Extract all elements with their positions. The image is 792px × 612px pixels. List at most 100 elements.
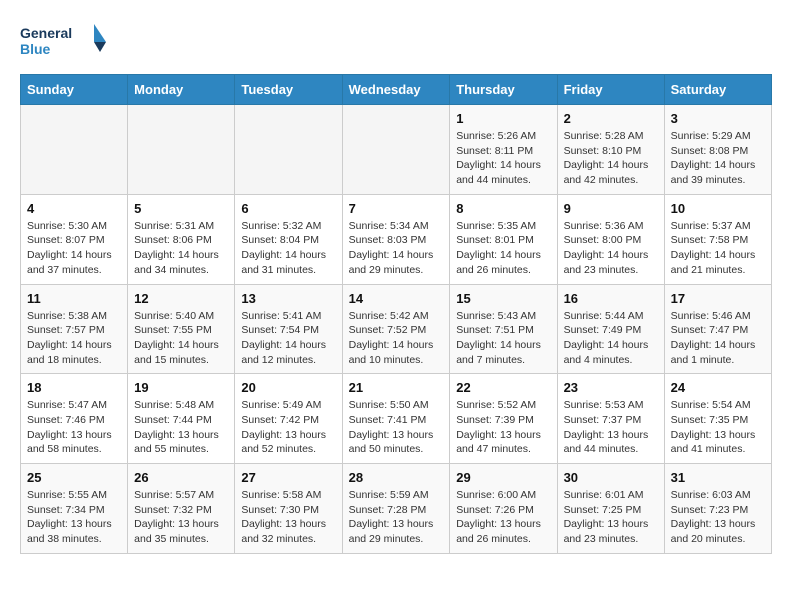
day-info: Sunrise: 6:01 AM Sunset: 7:25 PM Dayligh… — [564, 488, 658, 547]
day-number: 26 — [134, 470, 228, 485]
day-number: 11 — [27, 291, 121, 306]
day-number: 14 — [349, 291, 444, 306]
calendar-day-cell: 18Sunrise: 5:47 AM Sunset: 7:46 PM Dayli… — [21, 374, 128, 464]
day-of-week-header: Sunday — [21, 75, 128, 105]
calendar-day-cell: 20Sunrise: 5:49 AM Sunset: 7:42 PM Dayli… — [235, 374, 342, 464]
calendar-day-cell: 2Sunrise: 5:28 AM Sunset: 8:10 PM Daylig… — [557, 105, 664, 195]
day-info: Sunrise: 5:35 AM Sunset: 8:01 PM Dayligh… — [456, 219, 550, 278]
calendar-day-cell: 26 Sunrise: 5:57 AM Sunset: 7:32 PM Dayli… — [128, 464, 235, 554]
day-info: Sunrise: 5:34 AM Sunset: 8:03 PM Dayligh… — [349, 219, 444, 278]
day-number: 8 — [456, 201, 550, 216]
calendar-table: SundayMondayTuesdayWednesdayThursdayFrid… — [20, 74, 772, 554]
calendar-day-cell: 8 Sunrise: 5:35 AM Sunset: 8:01 PM Daylig… — [450, 194, 557, 284]
day-number: 31 — [671, 470, 765, 485]
day-number: 21 — [349, 380, 444, 395]
day-info: Sunrise: 5:54 AM Sunset: 7:35 PM Dayligh… — [671, 398, 765, 457]
calendar-day-cell: 23 Sunrise: 5:53 AM Sunset: 7:37 PM Dayli… — [557, 374, 664, 464]
day-number: 17 — [671, 291, 765, 306]
calendar-day-cell: 19Sunrise: 5:48 AM Sunset: 7:44 PM Dayli… — [128, 374, 235, 464]
calendar-day-cell — [342, 105, 450, 195]
calendar-header-row: SundayMondayTuesdayWednesdayThursdayFrid… — [21, 75, 772, 105]
day-number: 3 — [671, 111, 765, 126]
calendar-day-cell — [21, 105, 128, 195]
day-of-week-header: Wednesday — [342, 75, 450, 105]
day-info: Sunrise: 5:57 AM Sunset: 7:32 PM Dayligh… — [134, 488, 228, 547]
calendar-day-cell: 28 Sunrise: 5:59 AM Sunset: 7:28 PM Dayli… — [342, 464, 450, 554]
calendar-day-cell: 9 Sunrise: 5:36 AM Sunset: 8:00 PM Daylig… — [557, 194, 664, 284]
day-info: Sunrise: 5:38 AM Sunset: 7:57 PM Dayligh… — [27, 309, 121, 368]
calendar-day-cell — [128, 105, 235, 195]
day-info: Sunrise: 6:00 AM Sunset: 7:26 PM Dayligh… — [456, 488, 550, 547]
day-info: Sunrise: 5:32 AM Sunset: 8:04 PM Dayligh… — [241, 219, 335, 278]
day-number: 19 — [134, 380, 228, 395]
calendar-week-row: 1Sunrise: 5:26 AM Sunset: 8:11 PM Daylig… — [21, 105, 772, 195]
day-number: 15 — [456, 291, 550, 306]
day-of-week-header: Saturday — [664, 75, 771, 105]
day-info: Sunrise: 5:31 AM Sunset: 8:06 PM Dayligh… — [134, 219, 228, 278]
calendar-day-cell: 27Sunrise: 5:58 AM Sunset: 7:30 PM Dayli… — [235, 464, 342, 554]
calendar-day-cell — [235, 105, 342, 195]
calendar-day-cell: 3 Sunrise: 5:29 AM Sunset: 8:08 PM Daylig… — [664, 105, 771, 195]
day-info: Sunrise: 5:52 AM Sunset: 7:39 PM Dayligh… — [456, 398, 550, 457]
day-info: Sunrise: 5:55 AM Sunset: 7:34 PM Dayligh… — [27, 488, 121, 547]
day-of-week-header: Monday — [128, 75, 235, 105]
day-of-week-header: Tuesday — [235, 75, 342, 105]
day-number: 30 — [564, 470, 658, 485]
calendar-day-cell: 24 Sunrise: 5:54 AM Sunset: 7:35 PM Dayli… — [664, 374, 771, 464]
calendar-day-cell: 4 Sunrise: 5:30 AM Sunset: 8:07 PM Daylig… — [21, 194, 128, 284]
day-info: Sunrise: 5:43 AM Sunset: 7:51 PM Dayligh… — [456, 309, 550, 368]
calendar-day-cell: 17Sunrise: 5:46 AM Sunset: 7:47 PM Dayli… — [664, 284, 771, 374]
day-number: 6 — [241, 201, 335, 216]
calendar-day-cell: 12 Sunrise: 5:40 AM Sunset: 7:55 PM Dayli… — [128, 284, 235, 374]
generalblue-logo-icon: General Blue — [20, 20, 110, 64]
calendar-day-cell: 25 Sunrise: 5:55 AM Sunset: 7:34 PM Dayli… — [21, 464, 128, 554]
day-number: 2 — [564, 111, 658, 126]
calendar-day-cell: 1Sunrise: 5:26 AM Sunset: 8:11 PM Daylig… — [450, 105, 557, 195]
day-info: Sunrise: 5:37 AM Sunset: 7:58 PM Dayligh… — [671, 219, 765, 278]
calendar-day-cell: 7 Sunrise: 5:34 AM Sunset: 8:03 PM Daylig… — [342, 194, 450, 284]
day-info: Sunrise: 5:30 AM Sunset: 8:07 PM Dayligh… — [27, 219, 121, 278]
day-info: Sunrise: 5:59 AM Sunset: 7:28 PM Dayligh… — [349, 488, 444, 547]
day-info: Sunrise: 5:41 AM Sunset: 7:54 PM Dayligh… — [241, 309, 335, 368]
calendar-week-row: 25 Sunrise: 5:55 AM Sunset: 7:34 PM Dayli… — [21, 464, 772, 554]
day-info: Sunrise: 5:42 AM Sunset: 7:52 PM Dayligh… — [349, 309, 444, 368]
calendar-day-cell: 10 Sunrise: 5:37 AM Sunset: 7:58 PM Dayli… — [664, 194, 771, 284]
day-of-week-header: Friday — [557, 75, 664, 105]
day-info: Sunrise: 5:40 AM Sunset: 7:55 PM Dayligh… — [134, 309, 228, 368]
day-info: Sunrise: 5:53 AM Sunset: 7:37 PM Dayligh… — [564, 398, 658, 457]
day-info: Sunrise: 5:44 AM Sunset: 7:49 PM Dayligh… — [564, 309, 658, 368]
calendar-day-cell: 15 Sunrise: 5:43 AM Sunset: 7:51 PM Dayli… — [450, 284, 557, 374]
day-of-week-header: Thursday — [450, 75, 557, 105]
calendar-day-cell: 13 Sunrise: 5:41 AM Sunset: 7:54 PM Dayli… — [235, 284, 342, 374]
calendar-day-cell: 30 Sunrise: 6:01 AM Sunset: 7:25 PM Dayli… — [557, 464, 664, 554]
day-info: Sunrise: 6:03 AM Sunset: 7:23 PM Dayligh… — [671, 488, 765, 547]
day-number: 16 — [564, 291, 658, 306]
calendar-day-cell: 16 Sunrise: 5:44 AM Sunset: 7:49 PM Dayli… — [557, 284, 664, 374]
day-info: Sunrise: 5:29 AM Sunset: 8:08 PM Dayligh… — [671, 129, 765, 188]
day-number: 4 — [27, 201, 121, 216]
day-number: 27 — [241, 470, 335, 485]
calendar-day-cell: 5Sunrise: 5:31 AM Sunset: 8:06 PM Daylig… — [128, 194, 235, 284]
day-number: 12 — [134, 291, 228, 306]
day-number: 23 — [564, 380, 658, 395]
day-number: 13 — [241, 291, 335, 306]
day-info: Sunrise: 5:49 AM Sunset: 7:42 PM Dayligh… — [241, 398, 335, 457]
calendar-day-cell: 21Sunrise: 5:50 AM Sunset: 7:41 PM Dayli… — [342, 374, 450, 464]
calendar-week-row: 11 Sunrise: 5:38 AM Sunset: 7:57 PM Dayli… — [21, 284, 772, 374]
day-info: Sunrise: 5:36 AM Sunset: 8:00 PM Dayligh… — [564, 219, 658, 278]
calendar-day-cell: 29 Sunrise: 6:00 AM Sunset: 7:26 PM Dayli… — [450, 464, 557, 554]
calendar-day-cell: 31 Sunrise: 6:03 AM Sunset: 7:23 PM Dayli… — [664, 464, 771, 554]
day-number: 25 — [27, 470, 121, 485]
day-number: 29 — [456, 470, 550, 485]
calendar-day-cell: 6 Sunrise: 5:32 AM Sunset: 8:04 PM Daylig… — [235, 194, 342, 284]
day-number: 28 — [349, 470, 444, 485]
day-info: Sunrise: 5:47 AM Sunset: 7:46 PM Dayligh… — [27, 398, 121, 457]
day-info: Sunrise: 5:26 AM Sunset: 8:11 PM Dayligh… — [456, 129, 550, 188]
day-number: 7 — [349, 201, 444, 216]
calendar-week-row: 4 Sunrise: 5:30 AM Sunset: 8:07 PM Daylig… — [21, 194, 772, 284]
day-number: 24 — [671, 380, 765, 395]
day-number: 10 — [671, 201, 765, 216]
svg-text:Blue: Blue — [20, 41, 51, 57]
svg-text:General: General — [20, 25, 72, 41]
day-number: 9 — [564, 201, 658, 216]
